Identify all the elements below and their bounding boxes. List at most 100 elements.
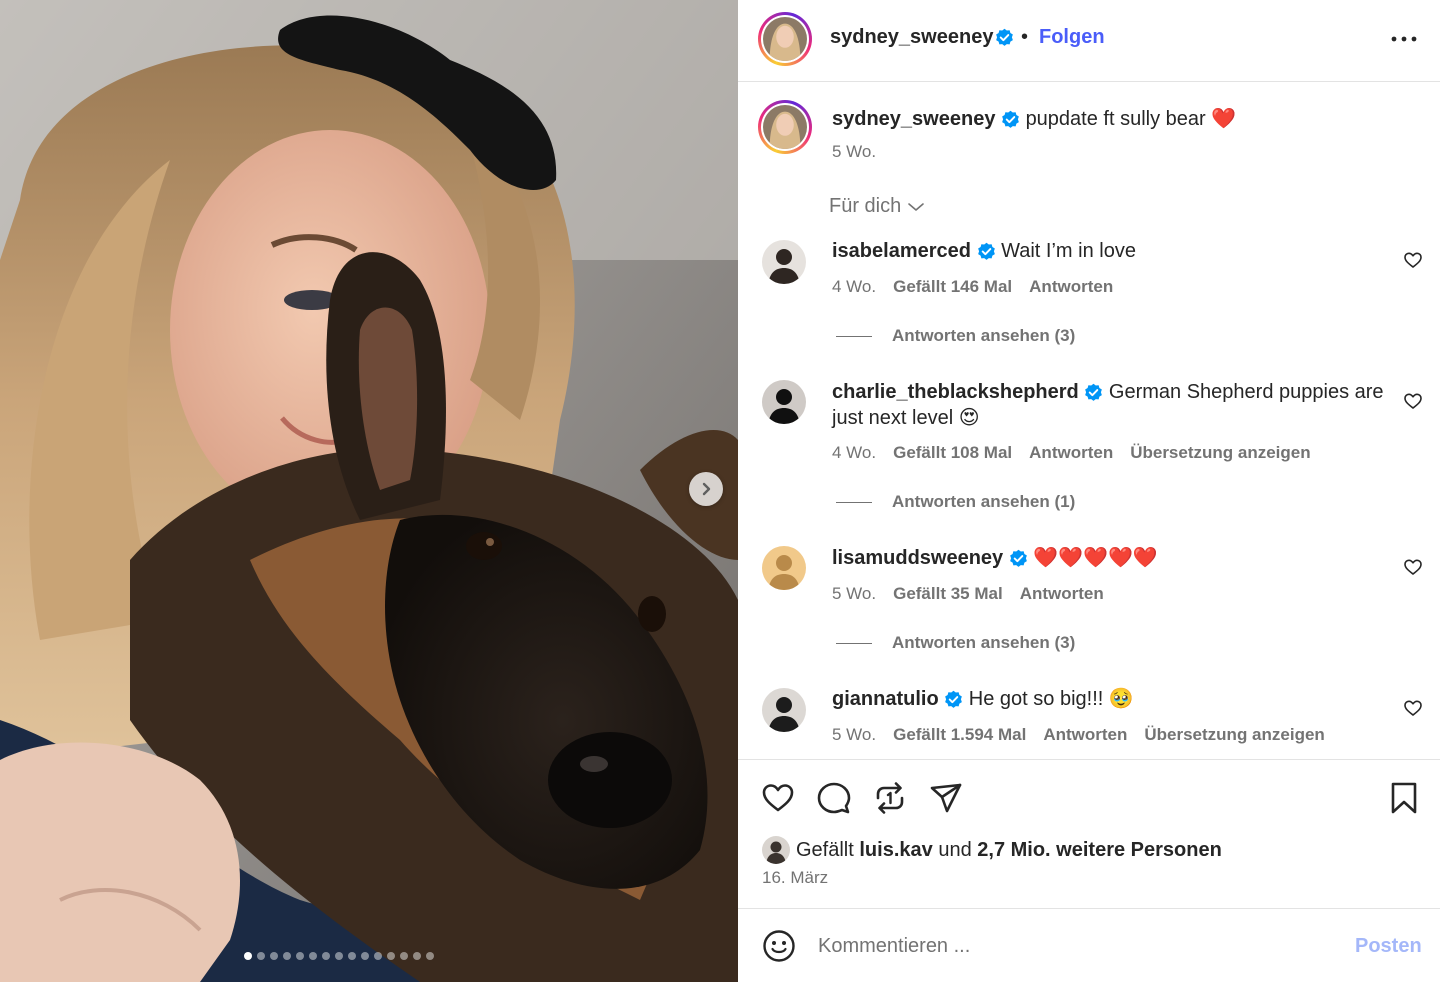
likes-prefix: Gefällt (796, 838, 854, 861)
reply-button[interactable]: Antworten (1029, 277, 1113, 297)
carousel-dot (348, 952, 356, 960)
carousel-dot (426, 952, 434, 960)
comment-sort-label: Für dich (829, 195, 902, 217)
view-replies-button[interactable]: Antworten ansehen (1) (836, 492, 1075, 512)
comment-body: ❤️❤️❤️❤️❤️ (1033, 547, 1158, 569)
comment-timestamp: 5 Wo. (832, 725, 877, 744)
carousel-dot (257, 952, 265, 960)
carousel-dot (270, 952, 278, 960)
heart-icon[interactable] (1403, 250, 1423, 270)
comment-timestamp: 4 Wo. (832, 277, 877, 296)
author-avatar[interactable] (758, 12, 812, 66)
view-replies-button[interactable]: Antworten ansehen (3) (836, 326, 1075, 346)
carousel-dot (413, 952, 421, 960)
bookmark-icon[interactable] (1386, 780, 1422, 816)
repost-icon[interactable] (872, 780, 908, 816)
carousel-dot (322, 952, 330, 960)
replies-line (836, 335, 872, 337)
verified-badge-icon (977, 242, 995, 261)
caption-author-avatar[interactable] (758, 100, 812, 154)
comment-body: He got so big!!! 🥹 (968, 688, 1134, 710)
author-username[interactable]: sydney_sweeney (830, 26, 993, 49)
verified-badge-icon (995, 28, 1014, 47)
carousel-indicator (244, 952, 434, 960)
heart-icon[interactable] (760, 780, 796, 816)
post-media[interactable] (0, 0, 738, 982)
separator-dot: • (1021, 26, 1029, 48)
liker-avatar (762, 836, 790, 864)
reply-button[interactable]: Antworten (1043, 725, 1127, 745)
post-date: 16. März (762, 868, 829, 887)
share-icon[interactable] (928, 780, 964, 816)
commenter-username[interactable]: giannatulio (832, 688, 939, 710)
carousel-dot (335, 952, 343, 960)
heart-icon[interactable] (1403, 698, 1423, 718)
comment-text: giannatulio He got so big!!! 🥹 (832, 686, 1392, 712)
replies-line (836, 642, 872, 644)
view-replies-label: Antworten ansehen (3) (892, 326, 1076, 345)
carousel-dot (283, 952, 291, 960)
post-header: sydney_sweeney • Folgen (738, 0, 1440, 82)
comment-text: charlie_theblackshepherd German Shepherd… (832, 379, 1392, 431)
comment-meta: 5 Wo. Gefällt 1.594 Mal Antworten Übersetzu… (832, 725, 1325, 745)
verified-badge-icon (945, 690, 963, 709)
liker-username[interactable]: luis.kav (859, 839, 932, 862)
caption-username[interactable]: sydney_sweeney (832, 108, 995, 130)
comment-timestamp: 4 Wo. (832, 443, 877, 462)
post-actions: Gefällt luis.kav und 2,7 Mio. weitere Pe… (738, 759, 1440, 909)
translate-button[interactable]: Übersetzung anzeigen (1144, 725, 1324, 745)
heart-icon[interactable] (1403, 557, 1423, 577)
avatar-image (763, 17, 807, 61)
post-detail-panel: sydney_sweeney • Folgen sydney_sweeney p… (738, 0, 1440, 982)
likes-count[interactable]: 2,7 Mio. weitere Personen (977, 839, 1222, 862)
commenter-avatar[interactable] (762, 380, 806, 424)
view-replies-label: Antworten ansehen (3) (892, 633, 1076, 652)
chevron-right-icon (702, 482, 711, 496)
heart-icon[interactable] (1403, 391, 1423, 411)
comment-meta: 5 Wo. Gefällt 35 Mal Antworten (832, 584, 1104, 604)
view-replies-button[interactable]: Antworten ansehen (3) (836, 633, 1075, 653)
more-options-icon[interactable] (1390, 28, 1418, 50)
commenter-avatar[interactable] (762, 688, 806, 732)
comment-icon[interactable] (816, 780, 852, 816)
commenter-username[interactable]: isabelamerced (832, 240, 971, 262)
verified-badge-icon (1009, 549, 1027, 568)
follow-button[interactable]: Folgen (1039, 26, 1105, 49)
comment-meta: 4 Wo. Gefällt 108 Mal Antworten Übersetzung… (832, 443, 1311, 463)
comment-likes[interactable]: Gefällt 146 Mal (893, 277, 1012, 297)
commenter-username[interactable]: charlie_theblackshepherd (832, 381, 1079, 403)
emoji-icon[interactable] (762, 929, 796, 963)
comment-text: isabelamerced Wait I’m in love (832, 238, 1392, 264)
caption-timestamp: 5 Wo. (832, 142, 877, 161)
carousel-dot (361, 952, 369, 960)
reply-button[interactable]: Antworten (1020, 584, 1104, 604)
carousel-dot (309, 952, 317, 960)
likes-summary[interactable]: Gefällt luis.kav und 2,7 Mio. weitere Pe… (762, 836, 1222, 864)
caption-text: sydney_sweeney pupdate ft sully bear ❤️ (832, 106, 1236, 131)
view-replies-label: Antworten ansehen (1) (892, 492, 1076, 511)
post-comment-button[interactable]: Posten (1355, 935, 1422, 958)
chevron-down-icon (908, 202, 925, 211)
verified-badge-icon (1085, 383, 1103, 402)
post-photo (0, 0, 738, 982)
carousel-dot (374, 952, 382, 960)
comment-likes[interactable]: Gefällt 1.594 Mal (893, 725, 1026, 745)
commenter-avatar[interactable] (762, 546, 806, 590)
reply-button[interactable]: Antworten (1029, 443, 1113, 463)
comment-sort-dropdown[interactable]: Für dich (829, 195, 925, 218)
caption-emoji: ❤️ (1211, 108, 1237, 130)
caption-body: pupdate ft sully bear (1025, 108, 1206, 130)
commenter-avatar[interactable] (762, 240, 806, 284)
carousel-dot (244, 952, 252, 960)
comment-input[interactable] (818, 929, 1338, 963)
commenter-username[interactable]: lisamuddsweeney (832, 547, 1003, 569)
carousel-dot (400, 952, 408, 960)
comment-likes[interactable]: Gefällt 108 Mal (893, 443, 1012, 463)
carousel-dot (387, 952, 395, 960)
comment-timestamp: 5 Wo. (832, 584, 877, 603)
comment-likes[interactable]: Gefällt 35 Mal (893, 584, 1003, 604)
likes-middle: und (938, 838, 972, 861)
comment-body: Wait I’m in love (1001, 240, 1136, 262)
translate-button[interactable]: Übersetzung anzeigen (1130, 443, 1310, 463)
carousel-next-button[interactable] (689, 472, 723, 506)
